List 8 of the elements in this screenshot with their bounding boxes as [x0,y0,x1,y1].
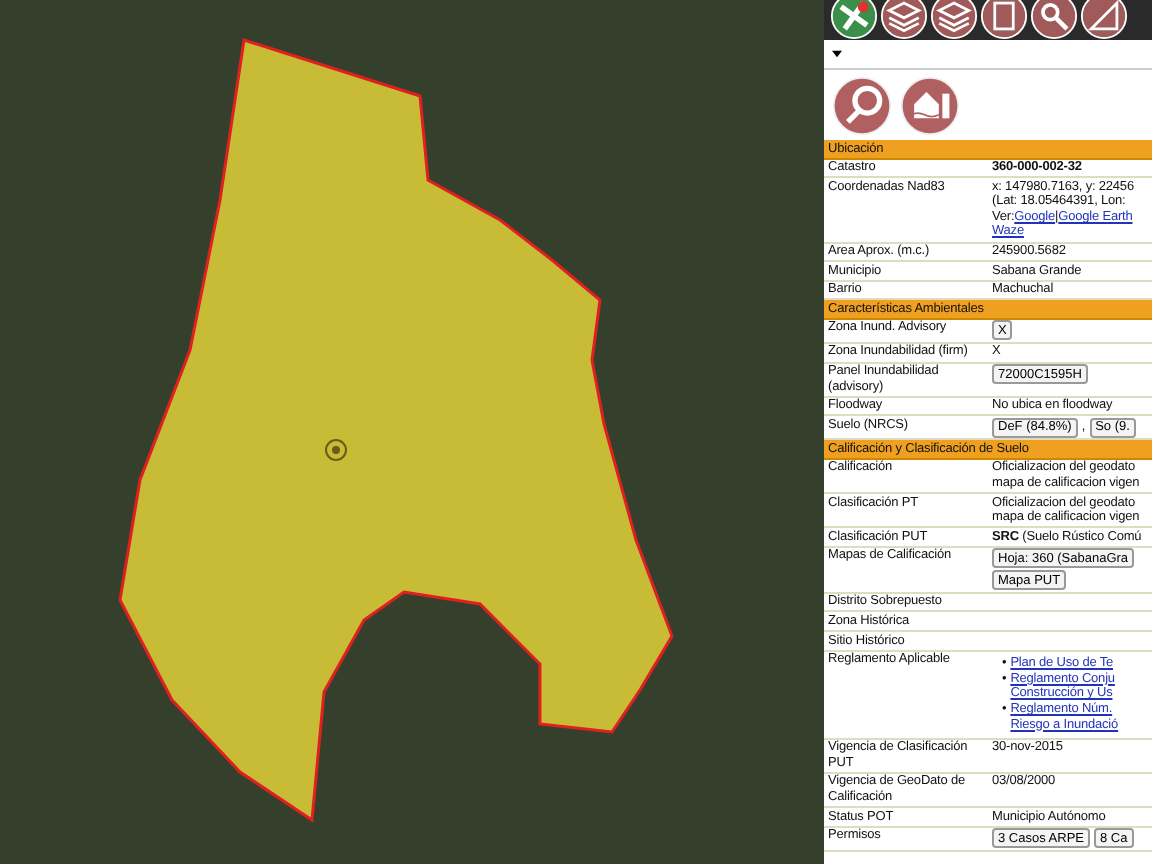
layers-icon[interactable] [930,0,978,40]
document-icon[interactable] [980,0,1028,40]
flooded-house-icon[interactable] [900,76,960,136]
ruler-icon[interactable] [1080,0,1128,40]
layers-icon[interactable] [880,0,928,40]
caret-icon[interactable] [832,50,842,58]
crosshair-icon [324,438,348,462]
search-icon[interactable] [1030,0,1078,40]
